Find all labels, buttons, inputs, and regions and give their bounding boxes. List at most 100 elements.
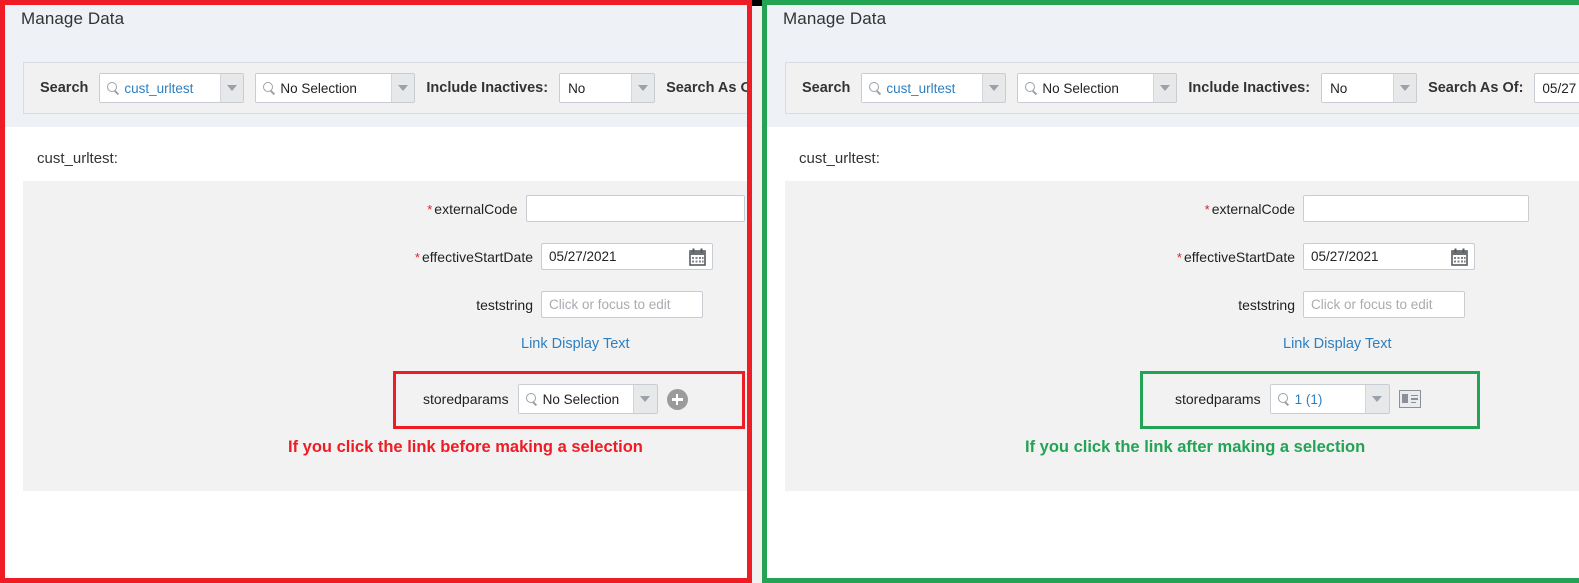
left-link-display-text[interactable]: Link Display Text bbox=[521, 336, 630, 352]
left-input-effectivestartdate[interactable]: 05/27/2021 bbox=[541, 243, 713, 270]
left-label-teststring: teststring bbox=[476, 296, 533, 313]
left-storedparams-combo[interactable]: No Selection bbox=[517, 384, 658, 414]
chevron-down-icon bbox=[398, 85, 409, 91]
left-label-effectivestartdate: * effectiveStartDate bbox=[414, 248, 533, 265]
left-storedparams-label: storedparams bbox=[423, 391, 509, 407]
chevron-down-icon bbox=[989, 85, 1000, 91]
right-include-inactives-caret[interactable] bbox=[1392, 74, 1417, 102]
chevron-down-icon bbox=[227, 85, 238, 91]
right-field-row-externalcode: * externalCode bbox=[785, 195, 1575, 222]
calendar-icon[interactable] bbox=[689, 248, 706, 266]
left-record-combo-value: No Selection bbox=[280, 80, 357, 96]
left-field-row-teststring: teststring Click or focus to edit bbox=[23, 291, 745, 318]
left-search-label: Search bbox=[40, 80, 89, 96]
left-card-title: cust_urltest: bbox=[23, 135, 747, 181]
right-field-row-teststring: teststring Click or focus to edit bbox=[785, 291, 1575, 318]
chevron-down-icon bbox=[637, 85, 648, 91]
comparison-figure: Manage Data Search cust_urltest No Selec… bbox=[0, 0, 1579, 583]
right-search-as-of-value: 05/27 bbox=[1542, 80, 1577, 96]
right-entity-combo[interactable]: cust_urltest bbox=[861, 73, 1007, 103]
left-panel-before-selection: Manage Data Search cust_urltest No Selec… bbox=[0, 0, 752, 583]
left-include-inactives-caret[interactable] bbox=[630, 74, 655, 102]
left-storedparams-row: storedparams No Selection bbox=[423, 384, 688, 414]
right-app-header: Manage Data Search cust_urltest No Selec… bbox=[767, 5, 1579, 127]
chevron-down-icon bbox=[1160, 85, 1171, 91]
left-storedparams-caret[interactable] bbox=[632, 385, 657, 413]
search-icon bbox=[869, 82, 881, 94]
left-field-row-externalcode: * externalCode bbox=[23, 195, 745, 222]
right-record-combo-value: No Selection bbox=[1042, 80, 1119, 96]
right-panel-after-selection: Manage Data Search cust_urltest No Selec… bbox=[762, 0, 1579, 583]
chevron-down-icon bbox=[1372, 396, 1383, 402]
left-placeholder-teststring: Click or focus to edit bbox=[549, 297, 671, 312]
right-content-card: cust_urltest: * externalCode * effectiveSt… bbox=[785, 135, 1579, 578]
right-input-externalcode[interactable] bbox=[1303, 195, 1529, 222]
required-asterisk-icon: * bbox=[414, 249, 420, 265]
required-asterisk-icon: * bbox=[427, 201, 433, 217]
right-record-combo[interactable]: No Selection bbox=[1017, 73, 1178, 103]
right-include-inactives-value: No bbox=[1330, 80, 1348, 96]
search-icon bbox=[525, 393, 538, 405]
calendar-icon[interactable] bbox=[1451, 248, 1468, 266]
left-label-externalcode: * externalCode bbox=[427, 200, 518, 217]
chevron-down-icon bbox=[640, 396, 651, 402]
left-search-as-of-label: Search As Of bbox=[666, 80, 752, 96]
left-include-inactives-combo[interactable]: No bbox=[559, 73, 656, 103]
right-storedparams-combo[interactable]: 1 (1) bbox=[1269, 384, 1390, 414]
panel-divider bbox=[752, 0, 762, 583]
left-record-combo-caret[interactable] bbox=[390, 74, 415, 102]
plus-circle-icon[interactable] bbox=[666, 388, 688, 410]
left-form-area: * externalCode * effectiveStartDate 05/27/… bbox=[23, 181, 747, 491]
required-asterisk-icon: * bbox=[1204, 201, 1210, 217]
right-search-as-of-label: Search As Of: bbox=[1428, 80, 1524, 96]
left-storedparams-combo-value: No Selection bbox=[542, 391, 620, 407]
right-search-label: Search bbox=[802, 80, 851, 96]
right-label-effectivestartdate: * effectiveStartDate bbox=[1176, 248, 1295, 265]
right-input-effectivestartdate[interactable]: 05/27/2021 bbox=[1303, 243, 1475, 270]
search-icon bbox=[1277, 393, 1290, 405]
right-placeholder-teststring: Click or focus to edit bbox=[1311, 297, 1433, 312]
right-card-title: cust_urltest: bbox=[785, 135, 1579, 181]
right-include-inactives-combo[interactable]: No bbox=[1321, 73, 1418, 103]
chevron-down-icon bbox=[1399, 85, 1410, 91]
right-caption: If you click the link after making a sel… bbox=[1025, 438, 1366, 456]
search-icon bbox=[1025, 82, 1037, 94]
left-input-externalcode[interactable] bbox=[525, 195, 745, 222]
right-record-combo-caret[interactable] bbox=[1152, 74, 1177, 102]
right-search-toolbar: Search cust_urltest No Selection Include… bbox=[785, 62, 1579, 114]
right-link-display-text[interactable]: Link Display Text bbox=[1283, 336, 1392, 352]
right-entity-combo-caret[interactable] bbox=[981, 74, 1006, 102]
right-include-inactives-label: Include Inactives: bbox=[1188, 80, 1311, 96]
left-include-inactives-value: No bbox=[568, 80, 586, 96]
details-card-icon[interactable] bbox=[1398, 390, 1421, 408]
right-input-teststring[interactable]: Click or focus to edit bbox=[1303, 291, 1465, 318]
right-value-effectivestartdate: 05/27/2021 bbox=[1311, 249, 1379, 264]
right-page-title: Manage Data bbox=[783, 9, 887, 28]
right-storedparams-caret[interactable] bbox=[1365, 385, 1389, 413]
left-input-teststring[interactable]: Click or focus to edit bbox=[541, 291, 703, 318]
left-page-title: Manage Data bbox=[21, 9, 125, 28]
right-label-teststring: teststring bbox=[1238, 296, 1295, 313]
right-storedparams-combo-value: 1 (1) bbox=[1294, 391, 1323, 407]
left-caption: If you click the link before making a se… bbox=[288, 438, 643, 456]
required-asterisk-icon: * bbox=[1176, 249, 1182, 265]
left-field-row-effectivestartdate: * effectiveStartDate 05/27/2021 bbox=[23, 243, 745, 270]
left-search-toolbar: Search cust_urltest No Selection Include… bbox=[23, 62, 752, 114]
right-label-externalcode: * externalCode bbox=[1204, 200, 1295, 217]
left-content-card: cust_urltest: * externalCode * effectiveSt… bbox=[23, 135, 747, 578]
left-entity-combo-caret[interactable] bbox=[219, 74, 244, 102]
right-storedparams-label: storedparams bbox=[1175, 391, 1261, 407]
left-app-header: Manage Data Search cust_urltest No Selec… bbox=[5, 5, 747, 127]
right-form-area: * externalCode * effectiveStartDate 05/27/… bbox=[785, 181, 1579, 491]
panel-divider-top bbox=[752, 0, 762, 6]
left-entity-combo[interactable]: cust_urltest bbox=[99, 73, 245, 103]
left-record-combo[interactable]: No Selection bbox=[255, 73, 416, 103]
left-include-inactives-label: Include Inactives: bbox=[426, 80, 549, 96]
left-value-effectivestartdate: 05/27/2021 bbox=[549, 249, 617, 264]
search-icon bbox=[263, 82, 275, 94]
right-storedparams-row: storedparams 1 (1) bbox=[1175, 384, 1421, 414]
right-entity-combo-value: cust_urltest bbox=[886, 80, 956, 96]
search-icon bbox=[107, 82, 119, 94]
right-field-row-effectivestartdate: * effectiveStartDate 05/27/2021 bbox=[785, 243, 1575, 270]
right-search-as-of-input[interactable]: 05/27 bbox=[1534, 73, 1579, 103]
